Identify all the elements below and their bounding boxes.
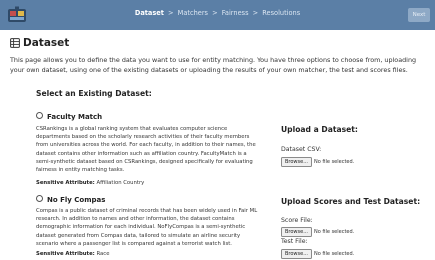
radio-button[interactable] bbox=[36, 112, 43, 119]
dataset-name: Faculty Match bbox=[47, 113, 103, 121]
browse-button[interactable]: Browse... bbox=[281, 157, 312, 167]
browse-button[interactable]: Browse... bbox=[281, 227, 312, 237]
next-button[interactable]: Next bbox=[408, 8, 430, 22]
sensitive-attribute: Sensitive Attribute: Affiliation Country bbox=[36, 180, 144, 186]
existing-datasets-heading: Select an Existing Dataset: bbox=[36, 89, 152, 98]
dataset-option-no-fly-compas[interactable]: No Fly Compas bbox=[36, 195, 105, 204]
breadcrumb: Dataset > Matchers > Fairness > Resoluti… bbox=[0, 9, 435, 17]
breadcrumb-separator: > bbox=[212, 9, 218, 17]
radio-button[interactable] bbox=[36, 195, 43, 202]
sensitive-attribute-value: Affiliation Country bbox=[96, 180, 145, 186]
test-file-label: Test File: bbox=[281, 238, 308, 245]
no-file-text: No file selected. bbox=[313, 250, 355, 257]
sensitive-attribute-value: Race bbox=[96, 251, 110, 257]
breadcrumb-resolutions[interactable]: Resolutions bbox=[262, 9, 300, 17]
breadcrumb-separator: > bbox=[168, 9, 174, 17]
test-file-input[interactable]: Browse... No file selected. bbox=[281, 249, 354, 259]
score-file-label: Score File: bbox=[281, 217, 313, 224]
intro-text: This page allows you to define the data … bbox=[10, 56, 417, 74]
sensitive-attribute-label: Sensitive Attribute: bbox=[36, 180, 95, 186]
top-navbar: Dataset > Matchers > Fairness > Resoluti… bbox=[0, 0, 435, 30]
no-file-text: No file selected. bbox=[313, 158, 355, 165]
dataset-name: No Fly Compas bbox=[47, 196, 106, 204]
page-title-text: Dataset bbox=[23, 37, 70, 49]
breadcrumb-fairness[interactable]: Fairness bbox=[222, 9, 249, 17]
sensitive-attribute: Sensitive Attribute: Race bbox=[36, 251, 109, 257]
score-file-input[interactable]: Browse... No file selected. bbox=[281, 227, 354, 237]
breadcrumb-dataset[interactable]: Dataset bbox=[135, 9, 164, 17]
dataset-csv-label: Dataset CSV: bbox=[281, 146, 322, 153]
dataset-option-faculty-match[interactable]: Faculty Match bbox=[36, 112, 102, 121]
no-file-text: No file selected. bbox=[313, 228, 355, 235]
dataset-description: CSRankings is a global ranking system th… bbox=[36, 126, 256, 174]
browse-button[interactable]: Browse... bbox=[281, 249, 312, 259]
dataset-description: Compas is a public dataset of criminal r… bbox=[36, 208, 258, 247]
sensitive-attribute-label: Sensitive Attribute: bbox=[36, 251, 95, 257]
dataset-csv-file-input[interactable]: Browse... No file selected. bbox=[281, 157, 354, 167]
upload-scores-heading: Upload Scores and Test Dataset: bbox=[281, 197, 421, 206]
upload-dataset-heading: Upload a Dataset: bbox=[281, 125, 358, 134]
dataset-icon bbox=[10, 38, 20, 48]
breadcrumb-separator: > bbox=[252, 9, 259, 17]
breadcrumb-matchers[interactable]: Matchers bbox=[178, 9, 208, 17]
